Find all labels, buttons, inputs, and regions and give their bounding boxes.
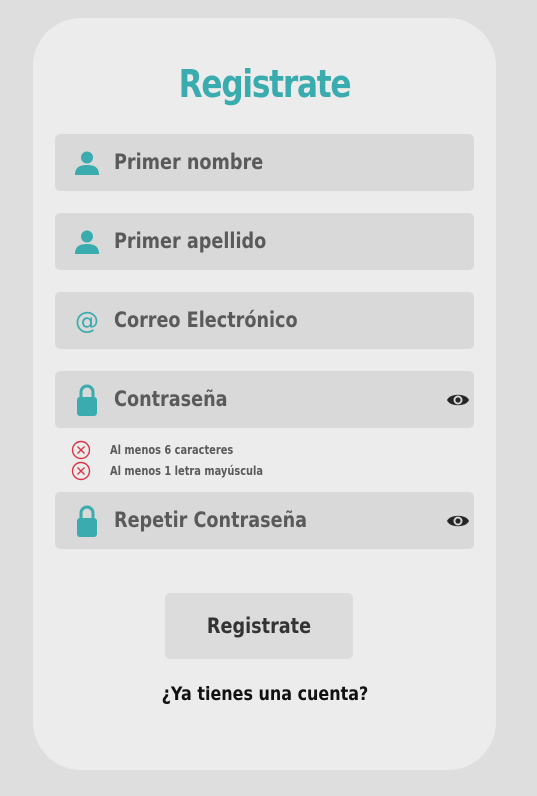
at-icon: @ [75,306,99,335]
login-link[interactable]: ¿Ya tienes una cuenta? [33,683,496,705]
register-button[interactable]: Registrate [165,593,353,659]
first-name-placeholder: Primer nombre [114,150,264,174]
x-circle-icon [71,461,91,481]
password-requirement-length: Al menos 6 caracteres [71,440,233,460]
requirement-text: Al menos 6 caracteres [110,443,234,457]
requirement-text: Al menos 1 letra mayúscula [110,464,264,478]
password-placeholder: Contraseña [114,387,228,411]
last-name-field[interactable]: Primer apellido [55,213,474,270]
eye-icon[interactable] [446,510,470,532]
page-title: Registrate [178,62,352,106]
register-card: Registrate Primer nombre Primer apellido… [33,18,496,770]
email-placeholder: Correo Electrónico [114,308,298,332]
email-field[interactable]: @ Correo Electrónico [55,292,474,349]
login-link-text: ¿Ya tienes una cuenta? [161,683,368,705]
last-name-placeholder: Primer apellido [114,229,267,253]
password-requirement-uppercase: Al menos 1 letra mayúscula [71,461,263,481]
user-icon [73,213,101,270]
lock-icon [73,371,101,428]
user-icon [73,134,101,191]
password-field[interactable]: Contraseña [55,371,474,428]
repeat-password-placeholder: Repetir Contraseña [114,508,308,532]
x-circle-icon [71,440,91,460]
lock-icon [73,492,101,549]
eye-icon[interactable] [446,389,470,411]
repeat-password-field[interactable]: Repetir Contraseña [55,492,474,549]
register-button-label: Registrate [206,614,312,638]
first-name-field[interactable]: Primer nombre [55,134,474,191]
